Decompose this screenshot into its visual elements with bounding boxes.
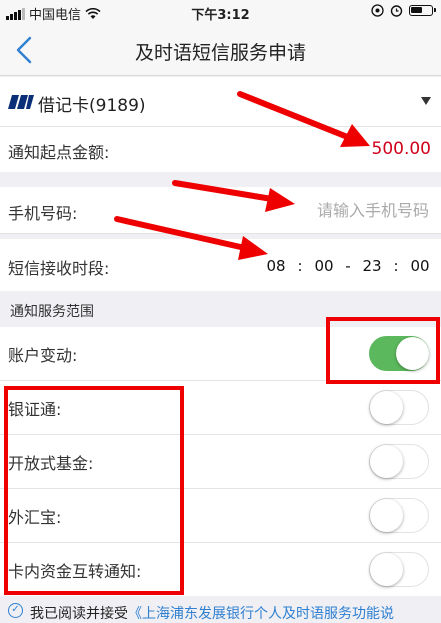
notify-amount-row[interactable]: 通知起点金额: 500.00	[0, 127, 441, 172]
toggle-label: 账户变动:	[8, 346, 78, 365]
time-range-picker[interactable]: 08 : 00 - 23 : 00	[263, 257, 433, 275]
status-bar: 中国电信 下午3:12	[0, 0, 441, 24]
start-hour[interactable]: 08	[263, 257, 289, 275]
annotation-box	[4, 386, 184, 595]
annotation-box	[326, 317, 440, 384]
scope-header-label: 通知服务范围	[10, 304, 94, 320]
phone-input[interactable]	[227, 195, 431, 225]
open-fund-toggle[interactable]	[369, 444, 429, 479]
phone-row: 手机号码:	[0, 187, 441, 233]
agreement-text: 我已阅读并接受《上海浦东发展银行个人及时语服务功能说	[30, 603, 394, 623]
card-selector[interactable]: 借记卡(9189)	[0, 77, 441, 126]
toggle-knob	[370, 553, 403, 586]
start-minute[interactable]: 00	[311, 257, 337, 275]
chevron-down-icon[interactable]	[421, 97, 431, 105]
agreement-prefix: 我已阅读并接受	[30, 606, 128, 622]
status-right	[371, 4, 436, 17]
bank-logo-icon	[8, 95, 34, 109]
end-hour[interactable]: 23	[359, 257, 385, 275]
agreement-link[interactable]: 《上海浦东发展银行个人及时语服务功能说	[128, 606, 394, 622]
time-separator: :	[393, 257, 399, 275]
checkmark-circle-icon[interactable]: ✓	[8, 603, 23, 618]
end-minute[interactable]: 00	[407, 257, 433, 275]
time-separator: :	[297, 257, 303, 275]
toggle-knob	[370, 499, 403, 532]
sms-time-row: 短信接收时段: 08 : 00 - 23 : 00	[0, 239, 441, 291]
location-lock-icon	[371, 4, 384, 17]
nav-bar: 及时语短信服务申请	[0, 24, 441, 76]
notify-amount-label: 通知起点金额:	[8, 143, 110, 162]
range-dash: -	[345, 257, 351, 275]
battery-icon	[409, 5, 436, 16]
toggle-knob	[370, 445, 403, 478]
page-title: 及时语短信服务申请	[134, 42, 306, 64]
phone-label: 手机号码:	[8, 204, 78, 223]
agreement-row: ✓ 我已阅读并接受《上海浦东发展银行个人及时语服务功能说	[0, 600, 441, 623]
forex-toggle[interactable]	[369, 498, 429, 533]
divider	[0, 233, 441, 234]
alarm-icon	[390, 5, 403, 17]
card-transfer-toggle[interactable]	[369, 552, 429, 587]
card-label: 借记卡(9189)	[38, 96, 146, 116]
sms-time-label: 短信接收时段:	[8, 259, 110, 278]
toggle-knob	[370, 391, 403, 424]
securities-toggle[interactable]	[369, 390, 429, 425]
notify-amount-value[interactable]: 500.00	[372, 139, 431, 159]
